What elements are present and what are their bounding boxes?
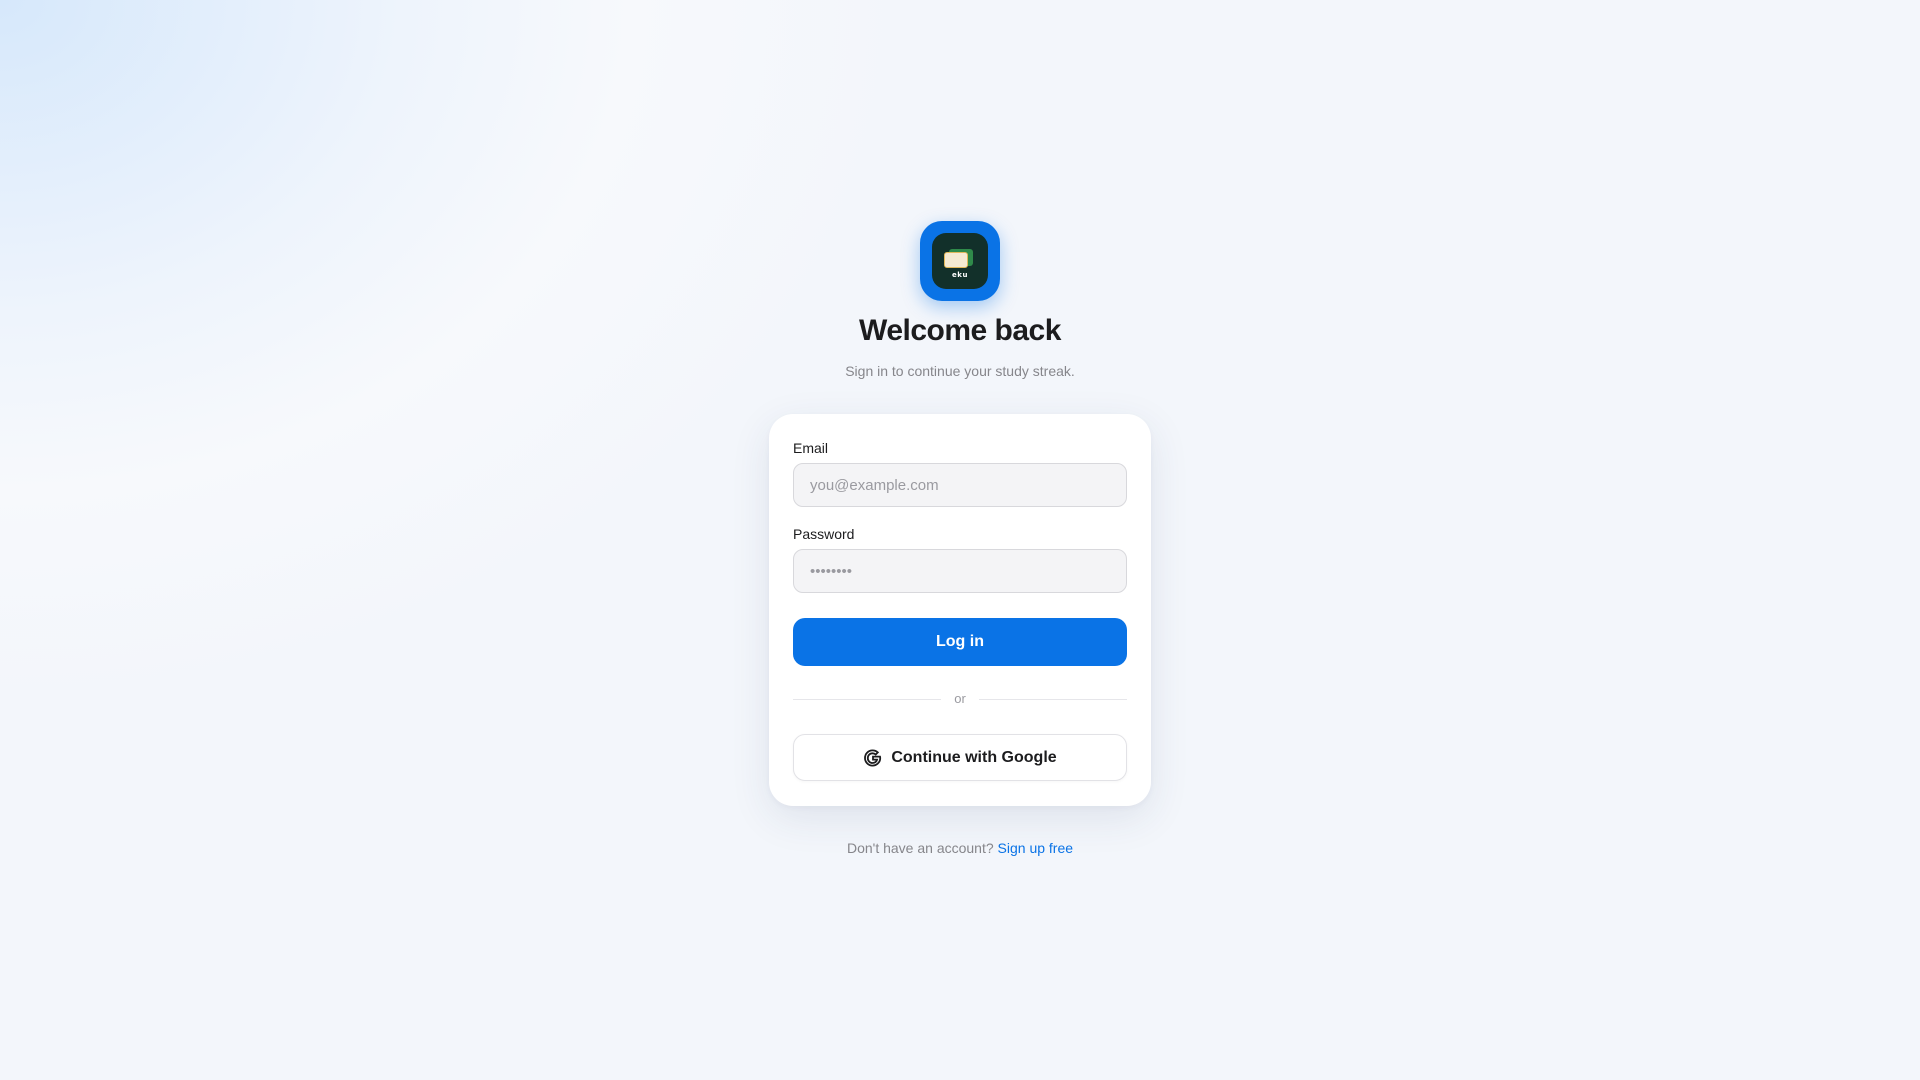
email-field[interactable] (793, 463, 1127, 507)
password-field[interactable] (793, 549, 1127, 593)
page-title: Welcome back (859, 314, 1061, 347)
signup-prompt: Don't have an account? Sign up free (0, 840, 1920, 856)
app-logo: eku (920, 221, 1000, 301)
login-button[interactable]: Log in (793, 618, 1127, 666)
page-subtitle: Sign in to continue your study streak. (845, 363, 1075, 379)
email-label: Email (793, 440, 829, 456)
google-button-label: Continue with Google (891, 748, 1057, 766)
signup-link[interactable]: Sign up free (998, 840, 1074, 856)
signup-prompt-text: Don't have an account? (846, 840, 994, 856)
or-divider: or (793, 691, 1127, 707)
flashcards-app-icon: eku (932, 233, 988, 289)
logo-text: eku (952, 271, 968, 279)
password-label: Password (793, 526, 855, 542)
login-card: Email Password Log in or Continue with G… (769, 414, 1151, 806)
google-icon (863, 748, 883, 768)
logo-card-front (944, 252, 968, 268)
google-signin-button[interactable]: Continue with Google (793, 734, 1127, 781)
divider-line-right (979, 699, 1127, 700)
